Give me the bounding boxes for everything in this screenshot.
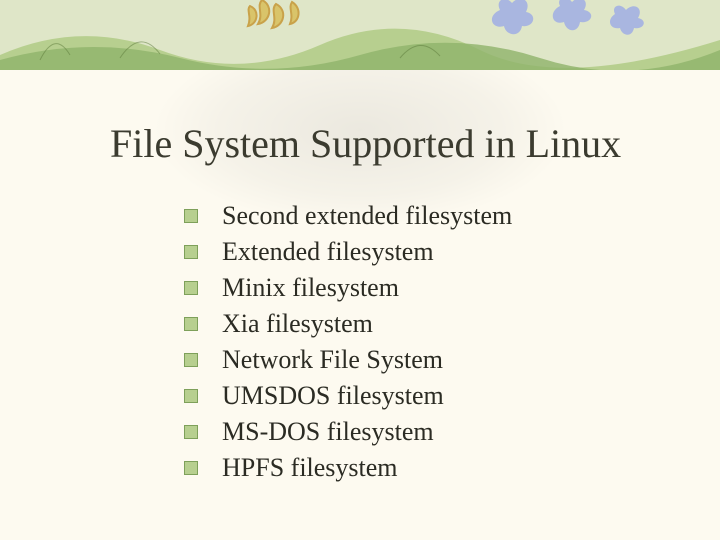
list-item: UMSDOS filesystem [184, 378, 512, 414]
slide-title: File System Supported in Linux [110, 120, 621, 167]
list-item-label: UMSDOS filesystem [222, 381, 444, 411]
list-item-label: HPFS filesystem [222, 453, 398, 483]
square-bullet-icon [184, 461, 198, 475]
list-item-label: Network File System [222, 345, 443, 375]
list-item-label: Minix filesystem [222, 273, 399, 303]
square-bullet-icon [184, 245, 198, 259]
slide: File System Supported in Linux Second ex… [0, 0, 720, 540]
square-bullet-icon [184, 281, 198, 295]
list-item: MS-DOS filesystem [184, 414, 512, 450]
square-bullet-icon [184, 425, 198, 439]
list-item: Second extended filesystem [184, 198, 512, 234]
square-bullet-icon [184, 389, 198, 403]
decorative-banner [0, 0, 720, 70]
list-item-label: MS-DOS filesystem [222, 417, 434, 447]
square-bullet-icon [184, 317, 198, 331]
list-item-label: Extended filesystem [222, 237, 434, 267]
list-item-label: Xia filesystem [222, 309, 373, 339]
list-item: Network File System [184, 342, 512, 378]
list-item: Extended filesystem [184, 234, 512, 270]
bullet-list: Second extended filesystem Extended file… [184, 198, 512, 486]
list-item-label: Second extended filesystem [222, 201, 512, 231]
list-item: Minix filesystem [184, 270, 512, 306]
banner-svg [0, 0, 720, 70]
square-bullet-icon [184, 209, 198, 223]
list-item: Xia filesystem [184, 306, 512, 342]
list-item: HPFS filesystem [184, 450, 512, 486]
square-bullet-icon [184, 353, 198, 367]
